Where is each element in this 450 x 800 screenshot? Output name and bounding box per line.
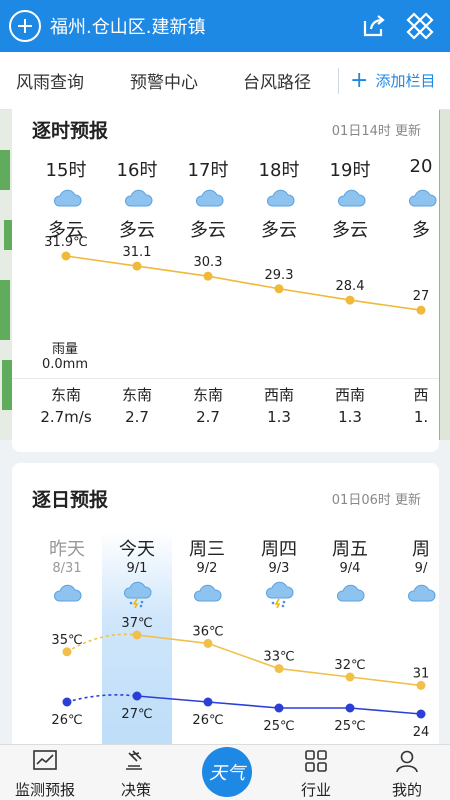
hourly-temp-point <box>274 284 284 294</box>
share-icon[interactable] <box>360 12 388 40</box>
hourly-temp-label: 31.1 <box>123 245 152 260</box>
map-edge-right <box>438 110 450 440</box>
wind-speed: 1.3 <box>338 408 362 426</box>
location-title[interactable]: 福州.仓山区.建新镇 <box>50 13 205 39</box>
daily-high-label: 32℃ <box>334 658 365 673</box>
daily-high-label: 33℃ <box>263 650 294 665</box>
daily-high-label: 31 <box>413 666 430 681</box>
hourly-temp-line <box>65 255 422 311</box>
daily-high-label: 35℃ <box>51 633 82 648</box>
app-header: 福州.仓山区.建新镇 <box>0 0 450 52</box>
daily-low-label: 26℃ <box>51 713 82 728</box>
category-rain-query[interactable]: 风雨查询 <box>16 68 84 93</box>
hourly-temp-point <box>61 251 71 261</box>
nav-weather[interactable]: 天气 <box>202 747 252 797</box>
daily-low-label: 25℃ <box>263 719 294 734</box>
wind-direction: 东南 <box>121 386 152 404</box>
hourly-temp-point <box>132 261 142 271</box>
hourly-temp-point <box>345 295 355 305</box>
hourly-temp-label: 29.3 <box>265 268 294 283</box>
daily-forecast-card: 逐日预报 01日06时 更新 昨天 8/31 今天 9/1 周三 9/2 周四 … <box>12 463 439 763</box>
daily-high-point <box>345 672 355 682</box>
hourly-temp-point <box>203 271 213 281</box>
daily-high-point <box>203 638 213 648</box>
daily-low-point <box>274 703 284 713</box>
daily-low-label: 25℃ <box>334 719 365 734</box>
nav-industry[interactable]: 行业 <box>276 749 356 800</box>
hourly-temp-chart: 31.9℃ 31.1 30.3 29.3 28.4 27 <box>44 235 430 315</box>
wind-divider <box>12 378 439 379</box>
daily-high-label: 37℃ <box>121 616 152 631</box>
nav-profile[interactable]: 我的 <box>367 749 447 800</box>
daily-low-label: 27℃ <box>121 707 152 722</box>
nav-label: 行业 <box>300 781 331 799</box>
nav-weather-label: 天气 <box>209 763 245 784</box>
rain-label: 雨量 <box>52 342 79 357</box>
grid-apps-icon <box>305 750 327 772</box>
add-city-icon[interactable] <box>9 10 41 42</box>
daily-high-point <box>416 680 426 690</box>
hourly-forecast-card: 逐时预报 01日14时 更新 15时 多云 东南 2.7m/s 16时 多云 东… <box>12 94 439 452</box>
chart-monitor-icon <box>33 750 57 770</box>
daily-low-point <box>416 709 426 719</box>
add-category-label: 添加栏目 <box>375 72 436 90</box>
user-icon <box>396 750 418 773</box>
daily-temp-chart: 35℃ 37℃ 36℃ 33℃ 32℃ 31 26℃ 27℃ 26℃ 25℃ 25℃ 24 <box>51 616 430 740</box>
daily-low-past-segment <box>66 694 138 703</box>
wind-speed: 2.7 <box>125 408 149 426</box>
daily-low-label: 26℃ <box>192 713 223 728</box>
daily-low-point <box>132 691 142 701</box>
hourly-temp-point <box>416 305 426 315</box>
wind-direction: 西南 <box>334 386 365 404</box>
bottom-navigation: 监测预报 决策 天气 行业 我的 <box>0 744 450 800</box>
nav-label: 决策 <box>120 781 151 799</box>
daily-low-point <box>203 697 213 707</box>
category-typhoon-track[interactable]: 台风路径 <box>243 68 311 93</box>
hourly-temp-label: 30.3 <box>194 255 223 270</box>
plus-icon: + <box>350 67 369 93</box>
wind-speed: 2.7m/s <box>40 408 92 426</box>
wind-speed: 1.3 <box>267 408 291 426</box>
more-icon[interactable] <box>406 12 434 40</box>
nav-decision[interactable]: 决策 <box>96 749 176 800</box>
daily-high-point <box>62 647 72 657</box>
category-warning-center[interactable]: 预警中心 <box>130 68 198 93</box>
nav-monitoring[interactable]: 监测预报 <box>5 749 85 800</box>
wind-direction: 西 <box>413 386 429 404</box>
daily-low-point <box>345 703 355 713</box>
daily-high-point <box>132 630 142 640</box>
wind-speed: 1. <box>413 408 429 426</box>
add-category-button[interactable]: + 添加栏目 <box>350 67 436 93</box>
wind-direction: 东南 <box>50 386 81 404</box>
nav-label: 我的 <box>391 781 422 799</box>
daily-high-point <box>274 664 284 674</box>
daily-high-label: 36℃ <box>192 624 223 639</box>
hourly-temp-label: 28.4 <box>336 279 365 294</box>
daily-low-label: 24 <box>413 725 430 740</box>
daily-low-point <box>62 697 72 707</box>
wind-direction: 西南 <box>263 386 294 404</box>
wind-speed: 2.7 <box>196 408 220 426</box>
hourly-temp-label: 27 <box>413 289 430 304</box>
wind-direction: 东南 <box>192 386 223 404</box>
category-divider <box>338 68 339 94</box>
hourly-temp-label: 31.9℃ <box>44 235 88 250</box>
gavel-icon <box>126 750 142 770</box>
nav-label: 监测预报 <box>14 781 75 799</box>
rain-value: 0.0mm <box>42 357 89 372</box>
